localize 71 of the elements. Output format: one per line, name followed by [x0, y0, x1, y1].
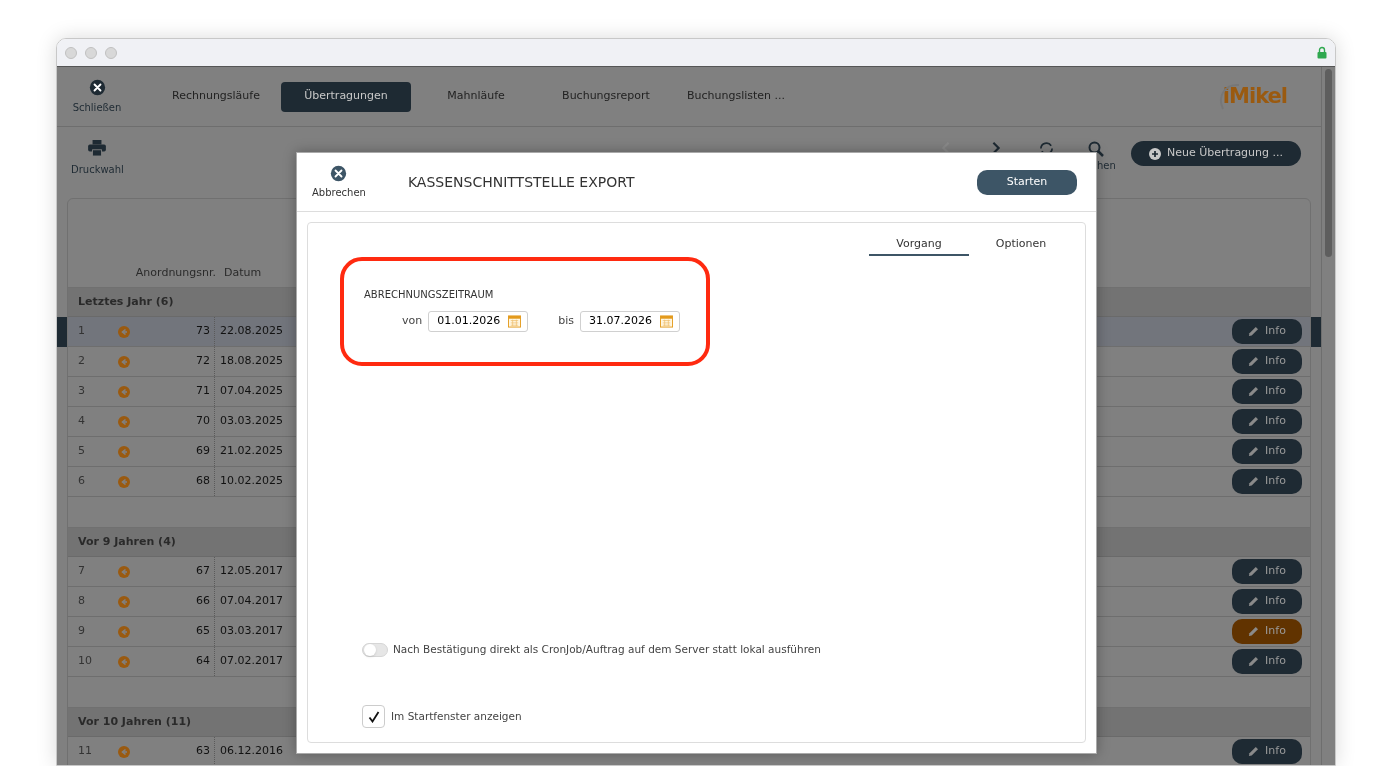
table-cell-text: 70 [195, 413, 211, 430]
nav-tab[interactable]: Rechnungsläufe [151, 81, 281, 112]
row-index: 10 [77, 653, 93, 670]
table-cell-text: 07.02.2017 [219, 653, 283, 670]
close-button[interactable]: Schließen [67, 78, 127, 115]
info-button[interactable]: Info [1232, 739, 1302, 764]
table-cell-text: 07.04.2017 [219, 593, 283, 610]
group-header: Vor 10 Jahren (11) [78, 713, 192, 730]
table-cell-text: 66 [195, 593, 211, 610]
cancel-button[interactable]: Abbrechen [312, 164, 366, 200]
column-header: Datum [224, 264, 262, 281]
info-button[interactable]: Info [1232, 559, 1302, 584]
print-button[interactable]: Druckwahl [71, 140, 124, 177]
table-cell-text: 03.03.2025 [219, 413, 283, 430]
table-cell-text: 65 [195, 623, 211, 640]
table-cell-text: 18.08.2025 [219, 353, 283, 370]
nav-tab[interactable]: Buchungslisten ... [671, 81, 801, 112]
row-index: 7 [77, 563, 86, 580]
table-cell-text: 73 [195, 323, 211, 340]
info-button[interactable]: Info [1232, 439, 1302, 464]
table-cell-text: 72 [195, 353, 211, 370]
row-index: 8 [77, 593, 86, 610]
dialog-title: KASSENSCHNITTSTELLE EXPORT [407, 172, 635, 192]
row-index: 3 [77, 383, 86, 400]
info-button[interactable]: Info [1232, 319, 1302, 344]
group-header: Letztes Jahr (6) [78, 293, 174, 310]
info-button[interactable]: Info [1232, 379, 1302, 404]
to-label: bis [558, 313, 574, 330]
info-button[interactable]: Info [1232, 409, 1302, 434]
search-label: hen [1096, 159, 1116, 173]
table-cell-text: 06.12.2016 [219, 743, 283, 760]
table-cell-text: 69 [195, 443, 211, 460]
logo: iMikel [1222, 80, 1287, 113]
info-button[interactable]: Info [1232, 469, 1302, 494]
info-button[interactable]: Info [1232, 619, 1302, 644]
nav-tab[interactable]: Mahnläufe [411, 81, 541, 112]
table-cell-text: 22.08.2025 [219, 323, 283, 340]
row-index: 4 [77, 413, 86, 430]
row-index: 6 [77, 473, 86, 490]
row-index: 1 [77, 323, 86, 340]
new-transfer-button[interactable]: Neue Übertragung ... [1131, 141, 1301, 166]
start-button[interactable]: Starten [977, 169, 1077, 195]
table-cell-text: 10.02.2025 [219, 473, 283, 490]
checkbox-label: Im Startfenster anzeigen [391, 708, 522, 724]
group-header: Vor 9 Jahren (4) [78, 533, 176, 550]
table-cell-text: 71 [195, 383, 211, 400]
dialog-tab[interactable]: Vorgang [869, 235, 969, 256]
row-index: 5 [77, 443, 86, 460]
row-index: 2 [77, 353, 86, 370]
info-button[interactable]: Info [1232, 589, 1302, 614]
column-header: Anordnungsnr. [134, 264, 217, 281]
table-cell-text: 67 [195, 563, 211, 580]
table-cell-text: 68 [195, 473, 211, 490]
date-field[interactable]: 31.07.2026 [580, 311, 680, 332]
table-cell-text: 12.05.2017 [219, 563, 283, 580]
table-cell-text: 63 [195, 743, 211, 760]
table-cell-text: 64 [195, 653, 211, 670]
nav-tab[interactable]: Übertragungen [281, 81, 411, 112]
table-cell-text: 07.04.2025 [219, 383, 283, 400]
from-label: von [402, 313, 423, 330]
row-index: 9 [77, 623, 86, 640]
dialog-tab[interactable]: Optionen [971, 235, 1071, 256]
info-button[interactable]: Info [1232, 649, 1302, 674]
table-cell-text: 03.03.2017 [219, 623, 283, 640]
info-button[interactable]: Info [1232, 349, 1302, 374]
section-title: ABRECHNUNGSZEITRAUM [364, 288, 495, 302]
nav-tab[interactable]: Buchungsreport [541, 81, 671, 112]
row-index: 11 [77, 743, 93, 760]
table-cell-text: 21.02.2025 [219, 443, 283, 460]
date-field[interactable]: 01.01.2026 [428, 311, 529, 332]
toggle-label: Nach Bestätigung direkt als CronJob/Auftrag auf dem Server statt lokal ausführen [393, 642, 821, 658]
